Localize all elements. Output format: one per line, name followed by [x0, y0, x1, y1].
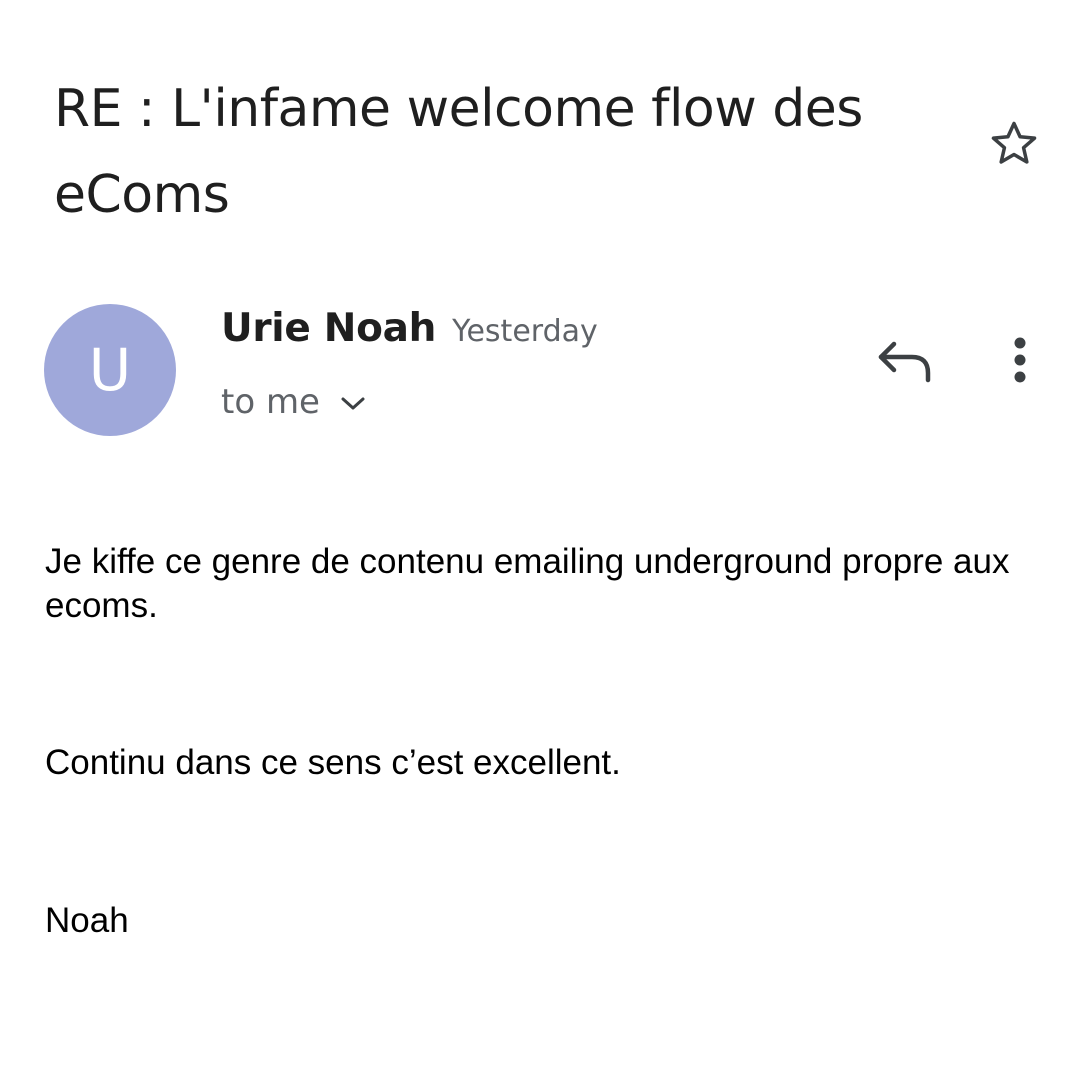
email-body-paragraph: Je kiffe ce genre de contenu emailing un…: [45, 542, 1010, 625]
email-signature: Noah: [45, 901, 129, 940]
reply-button[interactable]: [874, 332, 936, 388]
avatar-initial: U: [88, 336, 132, 404]
more-vert-icon: [1014, 337, 1026, 383]
star-button[interactable]: [984, 114, 1044, 174]
star-outline-icon: [991, 121, 1037, 164]
email-subject: RE : L'infame welcome flow des eComs: [54, 79, 863, 225]
sender-name: Urie Noah: [221, 306, 437, 351]
email-date: Yesterday: [452, 314, 598, 349]
chevron-down-icon: [340, 396, 366, 412]
recipient-label: to me: [221, 382, 320, 422]
recipient-details-toggle[interactable]: to me: [221, 382, 366, 422]
sender-header: Urie Noah Yesterday: [221, 306, 598, 351]
reply-icon: [878, 341, 931, 383]
more-options-button[interactable]: [996, 332, 1044, 388]
avatar[interactable]: U: [44, 304, 176, 436]
email-body-paragraph: Continu dans ce sens c’est excellent.: [45, 743, 621, 782]
